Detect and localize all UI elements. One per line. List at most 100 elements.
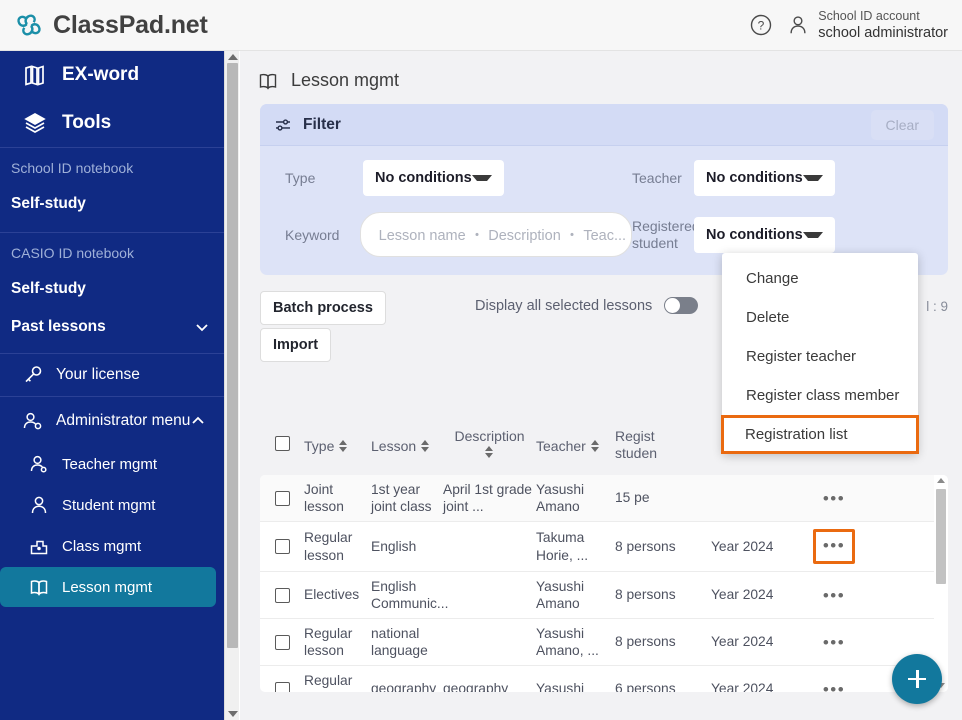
- scroll-up-arrow-icon[interactable]: [937, 478, 945, 483]
- filter-registered-cell: Registered student No conditions: [632, 216, 835, 253]
- cell-registered: 8 persons: [615, 634, 676, 650]
- sidebar-item-administrator-menu[interactable]: Administrator menu: [0, 397, 224, 443]
- batch-process-button[interactable]: Batch process: [260, 291, 386, 325]
- filter-registered-select[interactable]: No conditions: [694, 216, 835, 253]
- display-all-selected-toggle[interactable]: [664, 297, 699, 314]
- sort-icon[interactable]: [339, 439, 348, 453]
- row-checkbox-cell: [260, 681, 304, 692]
- account-info[interactable]: School ID account school administrator: [818, 8, 948, 43]
- svg-text:?: ?: [758, 18, 765, 32]
- cell-registered: 8 persons: [615, 538, 676, 554]
- row-checkbox[interactable]: [274, 587, 290, 603]
- scroll-down-arrow-icon[interactable]: [228, 711, 238, 717]
- menu-item-register-teacher[interactable]: Register teacher: [722, 337, 918, 376]
- column-label-line1: Regist: [615, 428, 655, 444]
- table-row[interactable]: Joint lesson 1st year joint class April …: [260, 475, 948, 522]
- display-all-selected-label: Display all selected lessons: [475, 297, 653, 314]
- sidebar-item-self-study-casio[interactable]: Self-study: [0, 271, 224, 309]
- filter-type-select[interactable]: No conditions: [363, 160, 504, 196]
- app-root: ClassPad.net ? School ID account school …: [0, 0, 962, 720]
- sidebar-item-your-license[interactable]: Your license: [0, 354, 224, 396]
- sidebar-item-exword[interactable]: EX-word: [0, 51, 224, 99]
- filter-header: Filter Clear: [260, 104, 948, 146]
- sidebar-item-tools[interactable]: Tools: [0, 99, 224, 147]
- sidebar-primary-group: EX-word Tools: [0, 51, 224, 148]
- sidebar-item-label: Your license: [56, 366, 140, 383]
- row-checkbox[interactable]: [274, 539, 290, 554]
- sidebar-heading-casio: CASIO ID notebook: [11, 245, 134, 261]
- row-actions-button[interactable]: •••: [823, 681, 845, 693]
- filter-teacher-value: No conditions: [706, 170, 803, 186]
- person-icon[interactable]: [787, 13, 809, 37]
- import-button[interactable]: Import: [260, 328, 332, 362]
- account-type: School ID account: [818, 8, 920, 23]
- sidebar-item-label: Lesson mgmt: [62, 578, 153, 596]
- table-row[interactable]: Regular lesson English Takuma Horie, ...…: [260, 522, 948, 572]
- sidebar-item-teacher-mgmt[interactable]: Teacher mgmt: [0, 444, 216, 484]
- scroll-up-arrow-icon[interactable]: [228, 54, 238, 60]
- row-checkbox-cell: [260, 539, 304, 554]
- sort-icon[interactable]: [590, 439, 600, 453]
- cell-description: April 1st grade joint ...: [443, 481, 532, 514]
- sidebar-item-label: Past lessons: [11, 318, 106, 335]
- classpad-link-icon: [17, 14, 41, 36]
- page-scrollbar[interactable]: [224, 51, 239, 720]
- row-actions-button[interactable]: •••: [823, 490, 845, 507]
- display-all-selected-toggle-wrap: Display all selected lessons: [475, 297, 699, 314]
- row-checkbox[interactable]: [274, 634, 290, 650]
- add-lesson-fab[interactable]: [892, 654, 942, 704]
- select-all-checkbox[interactable]: [274, 436, 290, 451]
- filter-type-cell: Type No conditions: [260, 160, 632, 196]
- cell-teacher: Yasushi Amano: [536, 481, 585, 514]
- filter-type-value: No conditions: [375, 170, 472, 186]
- scrollbar-thumb[interactable]: [227, 63, 238, 648]
- table-row[interactable]: Electives English Communic... Yasushi Am…: [260, 572, 948, 619]
- filter-teacher-select[interactable]: No conditions: [694, 160, 835, 196]
- lessons-table: Type Lesson Description Teacher Regist s…: [260, 420, 948, 720]
- brand-logo[interactable]: ClassPad.net: [0, 10, 208, 40]
- cell-lesson: English Communic...: [371, 578, 449, 611]
- table-scrollbar-thumb[interactable]: [936, 489, 946, 584]
- column-header-registered-students[interactable]: Regist studen: [615, 428, 711, 461]
- row-checkbox-cell: [260, 587, 304, 603]
- sidebar-item-class-mgmt[interactable]: Class mgmt: [0, 526, 216, 566]
- box-icon: [24, 113, 46, 133]
- sidebar-item-lesson-mgmt[interactable]: Lesson mgmt: [0, 567, 216, 607]
- book-open-icon: [30, 580, 48, 596]
- cell-lesson: 1st year joint class: [371, 481, 432, 514]
- menu-item-delete[interactable]: Delete: [722, 298, 918, 337]
- sidebar-item-student-mgmt[interactable]: Student mgmt: [0, 485, 216, 525]
- clear-filter-button[interactable]: Clear: [870, 109, 934, 140]
- row-checkbox[interactable]: [274, 490, 290, 506]
- row-checkbox[interactable]: [274, 681, 290, 692]
- row-actions-button[interactable]: •••: [823, 634, 845, 651]
- table-row[interactable]: Regular lesson geography geography Yasus…: [260, 666, 948, 692]
- menu-item-register-class-member[interactable]: Register class member: [722, 376, 918, 415]
- cell-type: Regular lesson: [304, 672, 353, 692]
- table-row[interactable]: Regular lesson national language Yasushi…: [260, 619, 948, 666]
- column-header-description[interactable]: Description: [443, 428, 536, 459]
- sort-icon[interactable]: [485, 445, 494, 459]
- question-circle-icon[interactable]: ?: [749, 13, 773, 37]
- row-actions-button-highlighted[interactable]: •••: [812, 529, 856, 564]
- sidebar-item-self-study-school[interactable]: Self-study: [0, 186, 224, 224]
- cell-actions: •••: [804, 529, 864, 564]
- row-actions-button[interactable]: •••: [823, 587, 845, 604]
- chevron-down-icon: [802, 175, 823, 181]
- column-header-lesson[interactable]: Lesson: [371, 428, 443, 454]
- column-header-type[interactable]: Type: [304, 428, 371, 454]
- brand-name: ClassPad.net: [53, 10, 208, 39]
- column-label: Teacher: [536, 438, 586, 454]
- sidebar-item-label: Student mgmt: [62, 496, 156, 514]
- book-open-icon: [259, 73, 277, 90]
- menu-item-change[interactable]: Change: [722, 259, 918, 298]
- sidebar-license-group: Your license: [0, 354, 224, 397]
- filter-keyword-input[interactable]: Lesson name ・ Description ・ Teac...: [359, 212, 632, 257]
- sidebar-item-past-lessons[interactable]: Past lessons: [0, 309, 224, 347]
- top-bar: ClassPad.net ? School ID account school …: [0, 0, 962, 51]
- column-header-teacher[interactable]: Teacher: [536, 428, 615, 454]
- class-icon: [30, 540, 48, 555]
- table-scrollbar[interactable]: [934, 475, 948, 692]
- sort-icon[interactable]: [421, 439, 430, 453]
- menu-item-registration-list[interactable]: Registration list: [721, 415, 919, 454]
